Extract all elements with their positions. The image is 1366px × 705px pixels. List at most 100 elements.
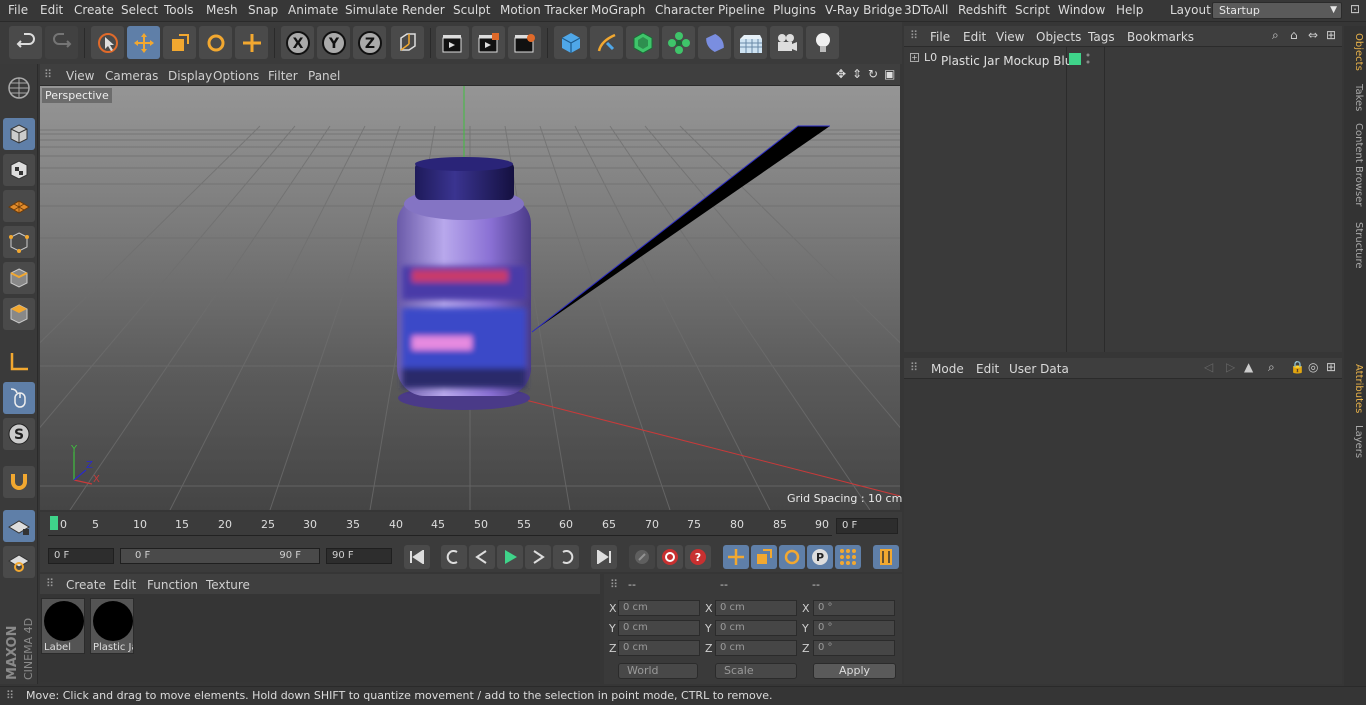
next-frame-icon[interactable]	[525, 545, 551, 569]
menu-redshift[interactable]: Redshift	[958, 3, 1007, 17]
new-window-icon[interactable]: ⊞	[1326, 360, 1336, 374]
material-swatch[interactable]: Label	[41, 598, 85, 654]
objects-menu-edit[interactable]: Edit	[963, 30, 986, 44]
menu-mograph[interactable]: MoGraph	[591, 3, 646, 17]
tab-attributes[interactable]: Attributes	[1346, 362, 1364, 416]
objects-menu-bookmarks[interactable]: Bookmarks	[1127, 30, 1194, 44]
z-axis-icon[interactable]: Z	[353, 26, 386, 59]
record-scale-icon[interactable]	[751, 545, 777, 569]
record-parameter-icon[interactable]: P	[807, 545, 833, 569]
menu-file[interactable]: File	[8, 3, 28, 17]
expand-icon[interactable]: +	[910, 53, 919, 62]
menu-select[interactable]: Select	[121, 3, 158, 17]
start-frame-field[interactable]: 0 F	[48, 548, 114, 564]
menu-snap[interactable]: Snap	[248, 3, 278, 17]
subdivision-icon[interactable]	[626, 26, 659, 59]
material-menu-create[interactable]: Create	[66, 578, 106, 592]
rotation-b-field[interactable]: 0 °	[813, 640, 895, 656]
lock-icon[interactable]: 🔒	[1290, 360, 1305, 374]
arrows-icon[interactable]: ⇔	[1308, 28, 1318, 42]
search-icon[interactable]: ⌕	[1268, 360, 1275, 375]
light-icon[interactable]	[806, 26, 839, 59]
coordinate-system-icon[interactable]	[391, 26, 424, 59]
render-view-icon[interactable]	[436, 26, 469, 59]
tab-content-browser[interactable]: Content Browser	[1346, 122, 1364, 208]
drag-handle-icon[interactable]: ⠿	[6, 689, 14, 702]
menu-edit[interactable]: Edit	[40, 3, 63, 17]
current-frame-field[interactable]: 0 F	[836, 518, 898, 534]
viewport-menu-filter[interactable]: Filter	[268, 69, 298, 83]
menu-help[interactable]: Help	[1116, 3, 1143, 17]
menu-3dtoall[interactable]: 3DToAll	[904, 3, 948, 17]
play-forward-icon[interactable]	[497, 545, 523, 569]
preview-range-slider[interactable]: 0 F 90 F	[120, 548, 320, 564]
objects-menu-tags[interactable]: Tags	[1088, 30, 1115, 44]
menu-simulate[interactable]: Simulate	[345, 3, 398, 17]
material-menu-function[interactable]: Function	[147, 578, 198, 592]
menu-script[interactable]: Script	[1015, 3, 1050, 17]
size-x-field[interactable]: 0 cm	[715, 600, 797, 616]
model-mode-icon[interactable]	[3, 118, 35, 150]
attributes-menu-mode[interactable]: Mode	[931, 362, 964, 376]
objects-menu-objects[interactable]: Objects	[1036, 30, 1081, 44]
planar-workplane-icon[interactable]	[3, 546, 35, 578]
window-menu-icon[interactable]: ⊡	[1346, 2, 1364, 20]
menu-motion-tracker[interactable]: Motion Tracker	[500, 3, 588, 17]
size-y-field[interactable]: 0 cm	[715, 620, 797, 636]
material-menu-texture[interactable]: Texture	[206, 578, 250, 592]
rotate-view-icon[interactable]: ↻	[868, 67, 878, 81]
menu-vray-bridge[interactable]: V-Ray Bridge	[825, 3, 902, 17]
y-axis-icon[interactable]: Y	[317, 26, 350, 59]
maximize-view-icon[interactable]: ▣	[884, 67, 895, 81]
tab-layers[interactable]: Layers	[1346, 424, 1364, 460]
objects-menu-view[interactable]: View	[996, 30, 1024, 44]
object-name[interactable]: Plastic Jar Mockup Blue	[941, 54, 1080, 68]
previous-frame-icon[interactable]	[469, 545, 495, 569]
floor-icon[interactable]	[734, 26, 767, 59]
target-icon[interactable]: ◎	[1308, 360, 1318, 374]
size-z-field[interactable]: 0 cm	[715, 640, 797, 656]
drag-handle-icon[interactable]: ⠿	[610, 578, 618, 591]
viewport-menu-panel[interactable]: Panel	[308, 69, 340, 83]
record-active-icon[interactable]	[629, 545, 655, 569]
pan-view-icon[interactable]: ✥	[836, 67, 846, 81]
rotate-icon[interactable]	[199, 26, 232, 59]
objects-menu-file[interactable]: File	[930, 30, 950, 44]
viewport-menu-cameras[interactable]: Cameras	[105, 69, 158, 83]
previous-key-icon[interactable]	[441, 545, 467, 569]
deformer-icon[interactable]	[698, 26, 731, 59]
new-window-icon[interactable]: ⊞	[1326, 28, 1336, 42]
axis-mode-icon[interactable]	[3, 346, 35, 378]
tweak-mode-icon[interactable]	[3, 382, 35, 414]
drag-handle-icon[interactable]: ⠿	[910, 361, 918, 374]
viewport-menu-options[interactable]: Options	[213, 69, 259, 83]
cube-icon[interactable]	[554, 26, 587, 59]
autokey-icon[interactable]	[657, 545, 683, 569]
pen-icon[interactable]	[590, 26, 623, 59]
timeline-ruler[interactable]: 0 5 10 15 20 25 30 35 40 45 50 55 60 65 …	[48, 514, 832, 536]
perspective-viewport[interactable]: Y Z X	[40, 86, 900, 510]
record-rotation-icon[interactable]	[779, 545, 805, 569]
menu-mesh[interactable]: Mesh	[206, 3, 238, 17]
menu-animate[interactable]: Animate	[288, 3, 338, 17]
drag-handle-icon[interactable]: ⠿	[46, 577, 54, 590]
menu-pipeline[interactable]: Pipeline	[718, 3, 765, 17]
position-z-field[interactable]: 0 cm	[618, 640, 700, 656]
end-frame-field[interactable]: 90 F	[326, 548, 392, 564]
undo-icon[interactable]	[9, 26, 42, 59]
back-arrow-icon[interactable]: ◁	[1204, 360, 1213, 374]
forward-arrow-icon[interactable]: ▷	[1226, 360, 1235, 374]
render-picture-viewer-icon[interactable]	[472, 26, 505, 59]
menu-character[interactable]: Character	[655, 3, 714, 17]
material-swatch[interactable]: Plastic Ja	[90, 598, 134, 654]
texture-mode-icon[interactable]	[3, 154, 35, 186]
attributes-menu-edit[interactable]: Edit	[976, 362, 999, 376]
live-selection-icon[interactable]	[91, 26, 124, 59]
coordinate-mode-dropdown[interactable]: World	[618, 663, 698, 679]
menu-tools[interactable]: Tools	[164, 3, 194, 17]
layout-dropdown[interactable]: Startup ▼	[1212, 2, 1342, 19]
move-icon[interactable]	[127, 26, 160, 59]
visibility-dots[interactable]	[1086, 52, 1090, 66]
size-mode-dropdown[interactable]: Scale	[715, 663, 797, 679]
viewport-menu-display[interactable]: Display	[168, 69, 212, 83]
